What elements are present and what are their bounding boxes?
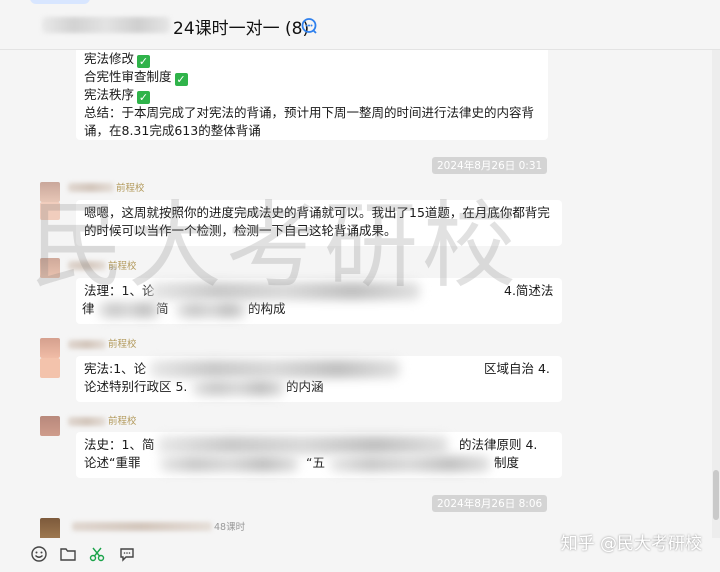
timestamp: 2024年8月26日 0:31 [432,157,548,174]
list-item: 合宪性审查制度 [84,69,172,84]
avatar[interactable] [40,518,60,538]
sender-name: 前程校 [108,416,137,427]
chat-icon[interactable] [118,545,136,563]
scissors-icon[interactable] [88,545,106,563]
header-tab-indicator [30,0,90,4]
summary-line: 总结：于本周完成了对宪法的背诵，预计用下周一整周的时间进行法律史的内容背 [84,105,535,120]
check-icon: ✓ [137,55,151,68]
redacted-text [150,282,420,300]
sender-name-blurred [72,522,212,531]
sender-name-blurred [68,417,106,426]
scrollbar[interactable] [712,50,720,538]
check-icon: ✓ [174,73,188,86]
avatar[interactable] [40,416,60,436]
redacted-text [150,360,400,378]
redacted-text [160,456,298,472]
group-title[interactable]: 24课时一对一 (8) [173,14,309,39]
sender-name-blurred [68,340,106,349]
list-item: 宪法修改 [84,51,135,66]
avatar[interactable] [40,258,60,278]
avatar [40,202,60,220]
redacted-text [98,302,160,318]
sender-name: 前程校 [108,339,137,350]
sender-name-blurred [68,183,114,192]
check-icon: ✓ [137,91,151,104]
chat-messages[interactable]: 宪法修改 ✓ 合宪性审查制度 ✓ 宪法秩序 ✓ 总结：于本周完成了对宪法的背诵，预计用… [0,50,712,538]
group-name-blurred [42,17,170,33]
redacted-text [192,380,284,396]
sender-name: 前程校 [116,183,145,194]
sender-name-blurred [68,261,106,270]
avatar [40,358,60,378]
summary-line: 诵，在8.31完成613的整体背诵 [84,123,261,138]
redacted-text [330,456,490,472]
message-bubble[interactable]: 宪法修改 ✓ 合宪性审查制度 ✓ 宪法秩序 ✓ 总结：于本周完成了对宪法的背诵，预计用… [76,50,548,140]
emoji-icon[interactable] [30,545,48,563]
chat-bubble-icon[interactable] [300,17,318,35]
timestamp: 2024年8月26日 8:06 [432,495,548,512]
scrollbar-thumb[interactable] [713,470,719,520]
chat-header: 24课时一对一 (8) [0,0,720,50]
zhihu-watermark: 知乎 @民大考研校 [560,534,702,554]
message-bubble[interactable]: 嗯嗯，这周就按照你的进度完成法史的背诵就可以。我出了15道题，在月底你都背完 的… [76,200,562,246]
sender-name: 前程校 [108,261,137,272]
folder-icon[interactable] [59,545,77,563]
avatar[interactable] [40,182,60,202]
redacted-text [158,436,448,454]
sender-name: 48课时 [214,522,246,533]
redacted-text [176,302,246,318]
list-item: 宪法秩序 [84,87,135,102]
avatar[interactable] [40,338,60,358]
